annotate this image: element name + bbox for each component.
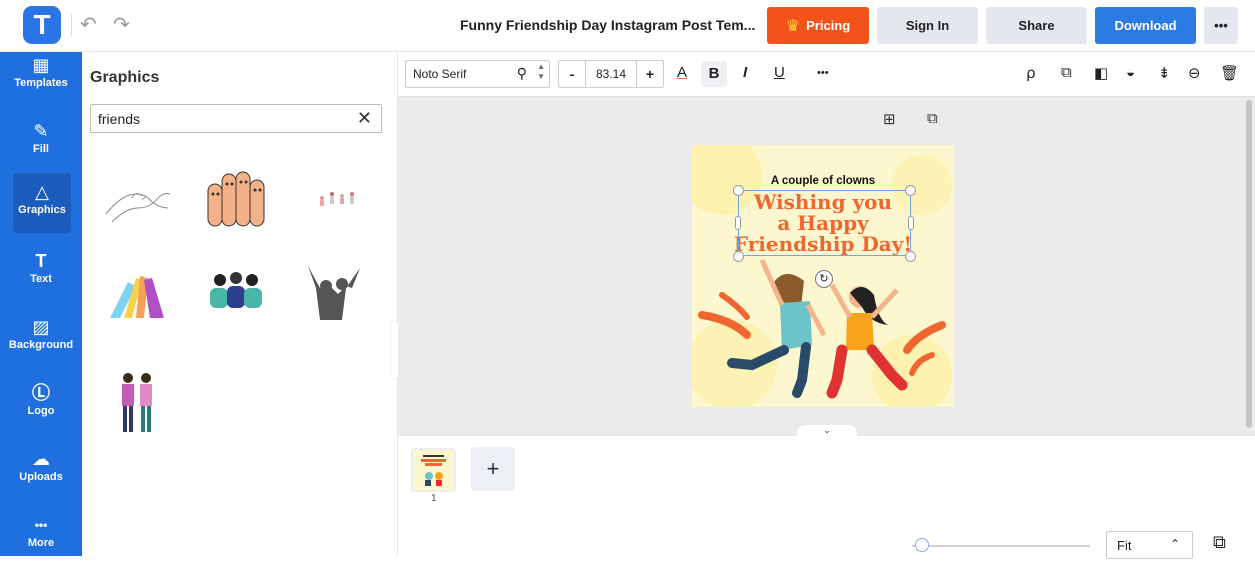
sidebar-item-label: Text (30, 273, 52, 285)
resize-handle[interactable] (905, 251, 916, 262)
cloud-upload-icon: ☁ (32, 449, 50, 469)
sidebar-item-templates[interactable]: ▦ Templates (0, 52, 82, 112)
more-menu-button[interactable]: ••• (1204, 7, 1238, 44)
sidebar-item-text[interactable]: T Text (0, 242, 82, 302)
chevron-up-icon: ⌃ (1169, 537, 1180, 551)
align-icon[interactable]: ⇟ (1158, 64, 1171, 82)
zoom-label: Fit (1117, 538, 1132, 553)
spinner-arrows-icon[interactable]: ▲ ▼ (537, 62, 545, 82)
rotate-icon[interactable]: ↻ (815, 270, 833, 288)
share-button[interactable]: Share (986, 7, 1087, 44)
add-element-icon[interactable]: ⊞ (883, 110, 896, 128)
link-icon[interactable]: ⊖ (1188, 64, 1201, 82)
zoom-slider-handle[interactable] (915, 538, 929, 552)
pricing-button[interactable]: ♛ Pricing (767, 7, 869, 44)
bold-button[interactable]: B (701, 61, 727, 87)
more-options-button[interactable]: ••• (817, 67, 829, 79)
graphic-finger-faces[interactable] (200, 162, 272, 234)
increase-size-button[interactable]: + (637, 66, 663, 82)
background-icon: ▨ (32, 317, 50, 337)
sidebar-item-label: Background (8, 339, 74, 351)
page-number: 1 (431, 493, 437, 504)
selection-box[interactable] (738, 190, 911, 256)
sidebar-item-label: Templates (14, 77, 68, 89)
redo-icon[interactable]: ↷ (113, 12, 130, 37)
design-subtitle[interactable]: A couple of clowns (692, 175, 954, 187)
paint-roller-icon[interactable]: ⍴ (1026, 64, 1036, 82)
graphic-high-five[interactable] (102, 256, 174, 328)
sidebar-item-label: Graphics (18, 204, 66, 216)
graphic-two-women[interactable] (102, 366, 174, 438)
font-name: Noto Serif (413, 67, 467, 81)
more-icon: ••• (34, 518, 48, 532)
panel-title: Graphics (90, 69, 160, 86)
sidebar-item-uploads[interactable]: ☁ Uploads (0, 440, 82, 500)
templates-icon: ▦ (32, 55, 50, 75)
sidebar-item-label: Uploads (19, 471, 63, 483)
pricing-label: Pricing (806, 18, 851, 33)
page-thumbnail[interactable] (411, 448, 456, 492)
underline-button[interactable]: U (774, 64, 785, 81)
text-color-button[interactable]: A (677, 64, 687, 81)
download-button[interactable]: Download (1095, 7, 1196, 44)
resize-handle[interactable] (733, 251, 744, 262)
resize-handle[interactable] (733, 185, 744, 196)
graphic-small-figures[interactable] (300, 164, 372, 236)
app-logo[interactable]: T (23, 6, 61, 44)
logo-icon: Ⓛ (32, 383, 50, 403)
left-sidebar: ▦ Templates ✎ Fill △ Graphics T Text ▨ B… (0, 52, 82, 556)
italic-button[interactable]: I (743, 64, 747, 81)
pages-icon[interactable]: ⧉ (1213, 532, 1226, 553)
sidebar-item-label: Fill (33, 143, 49, 155)
graphic-pinky-promise[interactable] (102, 164, 174, 236)
font-size-control: - 83.14 + (558, 60, 664, 88)
shapes-icon: △ (35, 182, 49, 202)
graphic-cheering-silhouettes[interactable] (298, 258, 370, 330)
pencil-icon: ✎ (33, 121, 49, 141)
divider (71, 14, 72, 36)
undo-icon[interactable]: ↶ (80, 12, 97, 37)
copy-page-icon[interactable]: ⧉ (927, 110, 938, 127)
decrease-size-button[interactable]: - (559, 66, 585, 82)
document-title[interactable]: Funny Friendship Day Instagram Post Tem.… (460, 17, 755, 33)
font-family-select[interactable]: Noto Serif ⚲ ▲ ▼ (405, 60, 550, 88)
add-page-button[interactable]: + (471, 447, 515, 491)
vertical-scrollbar[interactable] (1246, 100, 1252, 428)
search-icon: ⚲ (516, 65, 527, 81)
sidebar-item-more[interactable]: ••• More (0, 506, 82, 566)
sidebar-item-graphics[interactable]: △ Graphics (13, 173, 71, 233)
zoom-slider[interactable] (912, 545, 1090, 547)
text-toolbar: Noto Serif ⚲ ▲ ▼ - 83.14 + A B I U ••• ⍴ … (398, 52, 1255, 97)
zoom-select[interactable]: Fit ⌃ (1106, 531, 1193, 559)
close-icon[interactable]: ✕ (357, 108, 372, 129)
resize-handle-side[interactable] (735, 216, 741, 230)
sidebar-item-label: Logo (27, 405, 55, 417)
sidebar-item-fill[interactable]: ✎ Fill (0, 112, 82, 172)
top-bar: T ↶ ↷ Funny Friendship Day Instagram Pos… (0, 0, 1255, 52)
resize-handle-side[interactable] (908, 216, 914, 230)
resize-handle[interactable] (905, 185, 916, 196)
graphics-search: ✕ (90, 104, 382, 133)
opacity-icon[interactable]: ◒ (1126, 64, 1135, 81)
trash-icon[interactable]: 🗑 (1220, 64, 1239, 82)
sidebar-item-background[interactable]: ▨ Background (0, 308, 82, 368)
sidebar-item-logo[interactable]: Ⓛ Logo (0, 374, 82, 434)
layer-icon[interactable]: ◧ (1094, 64, 1108, 82)
font-size-input[interactable]: 83.14 (585, 61, 637, 87)
search-input[interactable] (91, 105, 341, 132)
sign-in-button[interactable]: Sign In (877, 7, 978, 44)
thumbnail-preview (421, 455, 446, 486)
duplicate-icon[interactable]: ⧉ (1061, 64, 1072, 81)
graphics-panel: Graphics ✕ (82, 52, 398, 556)
text-icon: T (35, 251, 47, 271)
sidebar-item-label: More (27, 537, 55, 549)
graphic-friends-group[interactable] (200, 258, 272, 330)
crown-icon: ♛ (785, 17, 801, 35)
